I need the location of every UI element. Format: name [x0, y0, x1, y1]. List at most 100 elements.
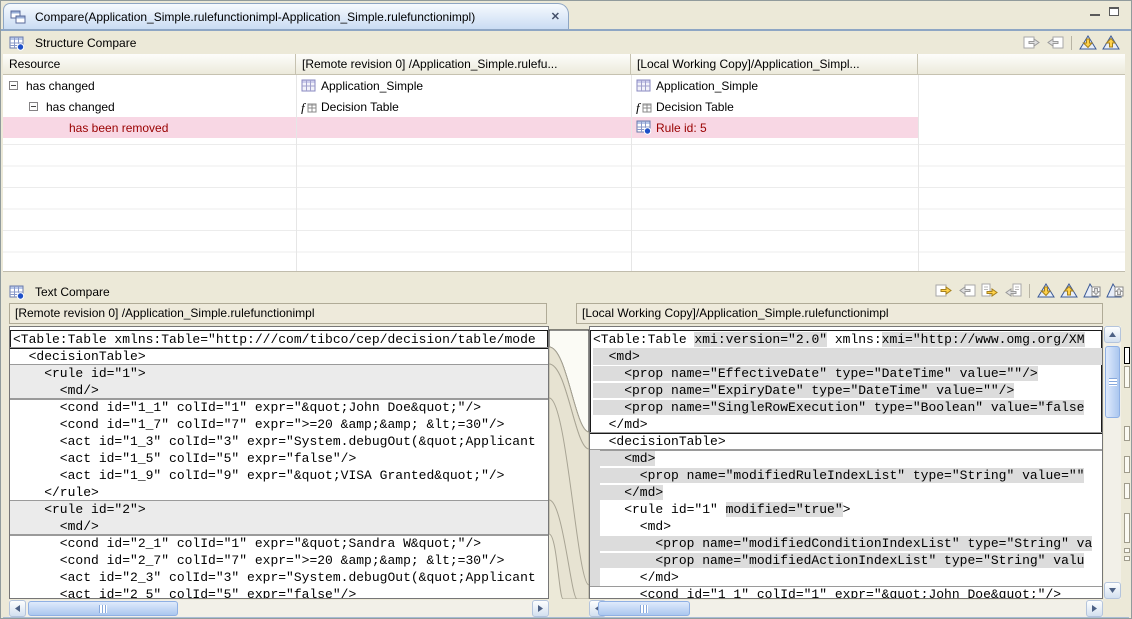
overview-ruler[interactable]	[1123, 326, 1132, 599]
code-line: <cond id="1_1" colId="1" expr="&quot;Joh…	[13, 399, 548, 416]
svg-text:f: f	[636, 100, 642, 114]
collapse-toggle-icon[interactable]	[29, 102, 38, 111]
code-line: <decisionTable>	[13, 348, 548, 365]
code-line: <act id="2_3" colId="3" expr="System.deb…	[13, 569, 548, 586]
code-line: <cond id="1_1" colId="1" expr="&quot;Joh…	[593, 586, 1102, 599]
structure-row-removed-rule[interactable]: has been removed Rule id: 5	[3, 117, 1125, 138]
scroll-down-icon[interactable]	[1104, 582, 1121, 599]
scroll-up-icon[interactable]	[1104, 326, 1121, 343]
vertical-scrollbar[interactable]	[1104, 326, 1121, 599]
overview-marker[interactable]	[1124, 556, 1130, 561]
code-line: <Table:Table xmlns:Table="http:///com/ti…	[13, 331, 548, 348]
copy-current-right-to-left-icon[interactable]	[1003, 282, 1023, 300]
collapse-toggle-icon[interactable]	[9, 81, 18, 90]
local-value: Decision Table	[656, 100, 734, 114]
left-pane-header: [Remote revision 0] /Application_Simple.…	[9, 303, 547, 324]
code-line: <prop name="SingleRowExecution" type="Bo…	[593, 399, 1102, 416]
structure-compare-title: Structure Compare	[35, 36, 136, 50]
code-line: <Table:Table xmi:version="2.0" xmlns:xmi…	[593, 331, 1102, 348]
next-difference-icon[interactable]	[1036, 282, 1056, 300]
right-pane-header: [Local Working Copy]/Application_Simple.…	[576, 303, 1103, 324]
decision-table-icon: f	[301, 100, 317, 114]
code-line: <prop name="EffectiveDate" type="DateTim…	[593, 365, 1102, 382]
copy-all-left-to-right-icon[interactable]	[934, 282, 954, 300]
right-code[interactable]: <Table:Table xmi:version="2.0" xmlns:xmi…	[589, 326, 1103, 599]
code-line: </md>	[593, 416, 1102, 433]
structure-table-header: Resource [Remote revision 0] /Applicatio…	[3, 54, 1125, 75]
column-header-local[interactable]: [Local Working Copy]/Application_Simpl..…	[631, 54, 918, 75]
vertical-scroll-thumb[interactable]	[1105, 346, 1120, 418]
left-horizontal-scrollbar[interactable]	[9, 600, 549, 617]
next-change-icon[interactable]	[1082, 282, 1102, 300]
resource-label: has changed	[26, 79, 95, 93]
overview-marker[interactable]	[1124, 483, 1130, 499]
column-header-empty[interactable]	[918, 54, 1125, 75]
decision-table-icon: f	[636, 100, 652, 114]
code-line: </md>	[593, 484, 1102, 501]
structure-row-application[interactable]: has changed Application_Simple Applicati…	[3, 75, 1125, 96]
structure-row-decision-table[interactable]: has changed f Decision Table f Decision …	[3, 96, 1125, 117]
copy-all-right-to-left-icon[interactable]	[957, 282, 977, 300]
left-code[interactable]: <Table:Table xmlns:Table="http:///com/ti…	[9, 326, 549, 599]
code-line: <rule id="1" modified="true">	[593, 501, 1102, 518]
left-scroll-thumb[interactable]	[28, 601, 178, 616]
previous-difference-icon[interactable]	[1101, 34, 1121, 52]
overview-marker[interactable]	[1124, 426, 1130, 441]
code-line: <rule id="2">	[13, 501, 548, 518]
overview-marker[interactable]	[1124, 548, 1130, 553]
editor-tab[interactable]: Compare(Application_Simple.rulefunctioni…	[3, 3, 569, 29]
svg-text:f: f	[301, 100, 307, 114]
toolbar-separator	[1029, 284, 1030, 298]
code-line: <act id="1_5" colId="5" expr="false"/>	[13, 450, 548, 467]
code-line: <act id="1_9" colId="9" expr="&quot;VISA…	[13, 467, 548, 484]
code-line: <prop name="modifiedRuleIndexList" type=…	[593, 467, 1102, 484]
local-value: Rule id: 5	[656, 121, 707, 135]
right-scroll-thumb[interactable]	[598, 601, 690, 616]
structure-toolbar	[1022, 34, 1121, 52]
editor-tab-title: Compare(Application_Simple.rulefunctioni…	[35, 10, 542, 24]
code-line: <prop name="modifiedConditionIndexList" …	[593, 535, 1102, 552]
resource-label: has changed	[46, 100, 115, 114]
compare-editor-icon	[10, 9, 26, 25]
bottom-edge	[3, 617, 1129, 618]
code-line: <md>	[593, 450, 1102, 467]
empty-rows-grid	[3, 138, 1125, 272]
close-icon[interactable]: ✕	[547, 10, 560, 23]
text-compare-icon	[9, 285, 25, 300]
overview-marker[interactable]	[1124, 456, 1130, 473]
table-icon	[301, 79, 317, 93]
code-line: <cond id="2_7" colId="7" expr=">=20 &amp…	[13, 552, 548, 569]
code-line: <rule id="1">	[13, 365, 548, 382]
code-line: <cond id="1_7" colId="7" expr=">=20 &amp…	[13, 416, 548, 433]
column-header-resource[interactable]: Resource	[3, 54, 296, 75]
next-difference-icon[interactable]	[1078, 34, 1098, 52]
minimize-button[interactable]	[1090, 8, 1100, 16]
previous-change-icon[interactable]	[1105, 282, 1125, 300]
structure-compare-icon	[9, 36, 25, 51]
overview-marker[interactable]	[1124, 513, 1130, 543]
code-line: <cond id="2_1" colId="1" expr="&quot;San…	[13, 535, 548, 552]
scroll-right-icon[interactable]	[532, 600, 549, 617]
code-line: </rule>	[13, 484, 548, 501]
code-line: <decisionTable>	[593, 433, 1102, 450]
text-compare-toolbar	[934, 282, 1125, 300]
scroll-right-icon[interactable]	[1086, 600, 1103, 617]
structure-compare-table[interactable]: Resource [Remote revision 0] /Applicatio…	[3, 54, 1125, 272]
tab-underline	[1, 29, 1131, 31]
column-header-remote[interactable]: [Remote revision 0] /Application_Simple.…	[296, 54, 631, 75]
copy-right-to-left-icon[interactable]	[1045, 34, 1065, 52]
overview-marker[interactable]	[1124, 366, 1130, 388]
table-icon	[636, 79, 652, 93]
scroll-left-icon[interactable]	[9, 600, 26, 617]
right-horizontal-scrollbar[interactable]	[589, 600, 1103, 617]
code-line: <md>	[593, 518, 1102, 535]
code-line: <md/>	[13, 518, 548, 535]
maximize-button[interactable]	[1109, 7, 1119, 16]
code-line: </md>	[593, 569, 1102, 586]
local-value: Application_Simple	[656, 79, 758, 93]
copy-current-left-to-right-icon[interactable]	[980, 282, 1000, 300]
diff-connector-strip	[549, 326, 589, 599]
overview-marker[interactable]	[1124, 347, 1130, 364]
previous-difference-icon[interactable]	[1059, 282, 1079, 300]
copy-left-to-right-icon[interactable]	[1022, 34, 1042, 52]
